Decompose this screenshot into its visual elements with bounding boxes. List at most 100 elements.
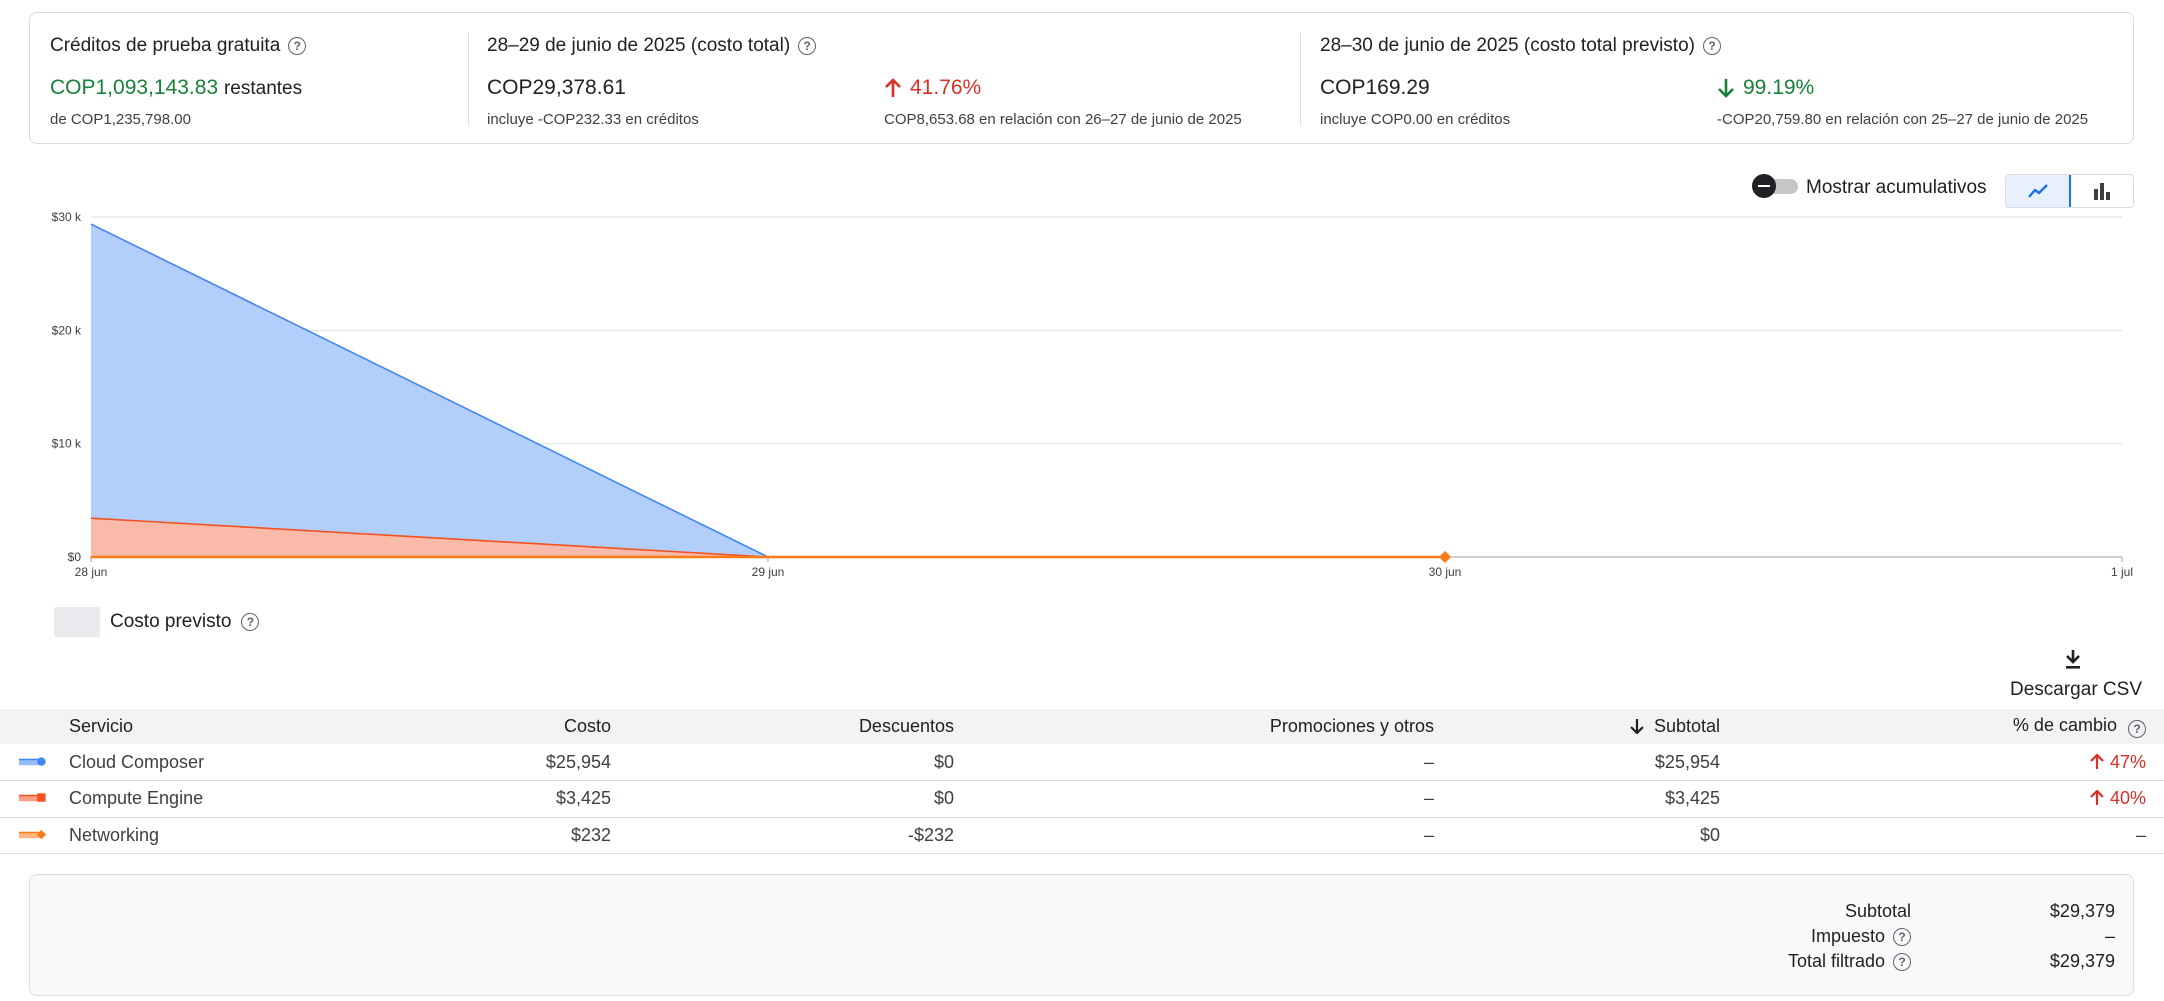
chart-legend: Costo previsto ?: [54, 607, 260, 637]
download-csv-label: Descargar CSV: [2010, 679, 2142, 700]
filtered-total-value: $29,379: [2049, 951, 2115, 971]
help-icon[interactable]: ?: [288, 37, 307, 55]
cumulative-toggle[interactable]: [1752, 174, 1798, 198]
x-tick-label: 30 jun: [1429, 565, 1462, 579]
series-swatch: [0, 780, 69, 818]
change-value: 47%: [2109, 751, 2146, 772]
y-tick-label: $30 k: [52, 210, 82, 224]
subtotal-value: $29,379: [2049, 901, 2115, 921]
divider: [1300, 33, 1301, 125]
help-icon[interactable]: ?: [2128, 720, 2146, 738]
help-icon[interactable]: ?: [798, 37, 817, 55]
header-change[interactable]: % de cambio ?: [1720, 709, 2164, 744]
arrow-down-icon: [1718, 79, 1734, 98]
y-tick-label: $0: [68, 550, 82, 564]
service-name[interactable]: Compute Engine: [69, 780, 319, 818]
change-value: 40%: [2109, 788, 2146, 809]
forecast-legend-label: Costo previsto: [110, 611, 232, 632]
total-cost-change-pct: 41.76%: [910, 76, 982, 99]
series-marker-icon: [19, 829, 47, 839]
cost-cell: $232: [319, 817, 611, 854]
table-row[interactable]: Compute Engine $3,425 $0 – $3,425 40%: [0, 780, 2164, 818]
service-name[interactable]: Networking: [69, 817, 319, 854]
toggle-knob: [1752, 174, 1776, 198]
change-cell: 47%: [1720, 744, 2164, 781]
header-promotions[interactable]: Promociones y otros: [954, 709, 1434, 744]
header-subtotal-label: Subtotal: [1653, 716, 1720, 736]
filtered-total-label: Total filtrado: [1787, 951, 1885, 971]
total-cost-credits-note: incluye -COP232.33 en créditos: [487, 111, 699, 128]
discounts-cell: $0: [611, 780, 954, 818]
subtotal-cell: $0: [1434, 817, 1720, 854]
arrow-up-icon: [2090, 752, 2104, 769]
forecast-credits-note: incluye COP0.00 en créditos: [1320, 111, 1511, 128]
total-cost-change-note: COP8,653.68 en relación con 26–27 de jun…: [884, 111, 1242, 128]
series-swatch: [0, 744, 69, 781]
x-tick-label: 29 jun: [752, 565, 785, 579]
header-subtotal[interactable]: Subtotal: [1434, 709, 1720, 744]
subtotal-cell: $25,954: [1434, 744, 1720, 781]
cost-cell: $25,954: [319, 744, 611, 781]
forecast-legend-swatch[interactable]: [54, 607, 100, 637]
tax-value: –: [2104, 926, 2115, 946]
help-icon[interactable]: ?: [1893, 927, 1911, 946]
table-header-row: Servicio Costo Descuentos Promociones y …: [0, 709, 2164, 744]
promotions-cell: –: [954, 744, 1434, 781]
download-icon: [2066, 650, 2080, 669]
cost-cell: $3,425: [319, 780, 611, 818]
table-body: Cloud Composer $25,954 $0 – $25,954 47% …: [0, 744, 2164, 854]
series-swatch: [0, 817, 69, 854]
arrow-up-icon: [885, 78, 901, 97]
forecast-marker: [1439, 551, 1451, 563]
total-cost-amount: COP29,378.61: [487, 76, 626, 99]
help-icon[interactable]: ?: [1702, 37, 1721, 55]
x-tick-label: 28 jun: [75, 565, 108, 579]
help-icon[interactable]: ?: [241, 613, 260, 631]
line-chart-icon: [2027, 184, 2048, 198]
forecast-title: 28–30 de junio de 2025 (costo total prev…: [1320, 35, 1695, 56]
change-value: –: [2135, 824, 2146, 845]
credits-remaining-amount: COP1,093,143.83: [50, 76, 219, 99]
divider: [468, 33, 469, 125]
forecast-amount: COP169.29: [1320, 76, 1430, 99]
bar-chart-icon: [2093, 183, 2110, 200]
credits-title: Créditos de prueba gratuita: [50, 35, 281, 56]
discounts-cell: -$232: [611, 817, 954, 854]
forecast-change-pct: 99.19%: [1743, 76, 1815, 99]
header-discounts[interactable]: Descuentos: [611, 709, 954, 744]
header-cost[interactable]: Costo: [319, 709, 611, 744]
summary-card: Créditos de prueba gratuita ? COP1,093,1…: [29, 12, 2134, 144]
y-tick-label: $10 k: [52, 437, 82, 451]
promotions-cell: –: [954, 780, 1434, 818]
cost-table: Servicio Costo Descuentos Promociones y …: [0, 709, 2164, 854]
subtotal-label: Subtotal: [1844, 901, 1911, 921]
cost-chart: $0 $10 k $20 k $30 k 28 jun 29 jun 30 jun 1 jul: [52, 210, 2133, 579]
help-icon[interactable]: ?: [1893, 952, 1911, 971]
download-csv-button[interactable]: Descargar CSV: [2010, 648, 2142, 701]
change-cell: –: [1720, 817, 2164, 854]
tax-label: Impuesto: [1810, 926, 1885, 946]
arrow-up-icon: [2090, 789, 2104, 806]
table-row[interactable]: Networking $232 -$232 – $0 –: [0, 817, 2164, 854]
promotions-cell: –: [954, 817, 1434, 854]
x-tick-label: 1 jul: [2111, 565, 2133, 579]
cumulative-toggle-label: Mostrar acumulativos: [1806, 177, 1987, 198]
series-marker-icon: [19, 793, 46, 802]
sort-descending-icon: [1630, 719, 1644, 735]
series-area-cloud-composer: [91, 224, 1445, 557]
y-tick-label: $20 k: [52, 323, 82, 337]
credits-total: de COP1,235,798.00: [50, 111, 191, 128]
totals-card: Subtotal $29,379 Impuesto ? – Total filt…: [29, 874, 2134, 996]
total-cost-title: 28–29 de junio de 2025 (costo total): [487, 35, 791, 56]
header-swatch: [0, 709, 69, 744]
service-name[interactable]: Cloud Composer: [69, 744, 319, 781]
forecast-change-note: -COP20,759.80 en relación con 25–27 de j…: [1717, 111, 2089, 128]
credits-remaining-suffix: restantes: [223, 78, 303, 99]
discounts-cell: $0: [611, 744, 954, 781]
series-marker-icon: [19, 756, 46, 766]
header-service[interactable]: Servicio: [69, 709, 319, 744]
header-change-label: % de cambio: [2012, 715, 2117, 735]
table-row[interactable]: Cloud Composer $25,954 $0 – $25,954 47%: [0, 744, 2164, 781]
subtotal-cell: $3,425: [1434, 780, 1720, 818]
change-cell: 40%: [1720, 780, 2164, 818]
